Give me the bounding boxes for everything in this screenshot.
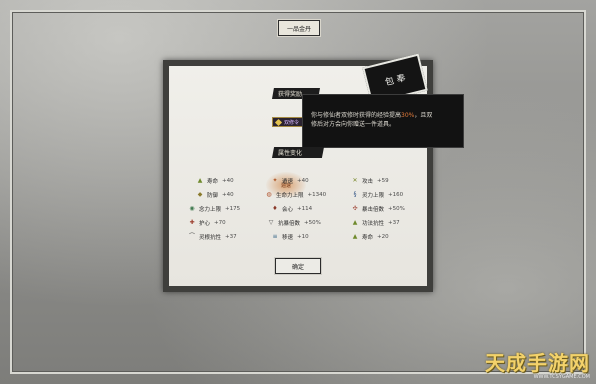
- escape-icon: ✦: [272, 176, 278, 184]
- tooltip-line-1: 你与修仙者双修时获得的经验提高30%，且双: [311, 112, 433, 119]
- gem-icon: [274, 118, 283, 126]
- lifespan-icon: ▲: [197, 176, 203, 184]
- item-tooltip: 你与修仙者双修时获得的经验提高30%，且双 修后对方会向你赠送一件道具。: [302, 94, 464, 148]
- reward-item-chip[interactable]: 双修令: [272, 117, 306, 127]
- root-icon: ⌒: [189, 232, 196, 240]
- crit-icon: ♦: [272, 204, 278, 212]
- item-title-text: 一品金丹: [286, 25, 311, 33]
- reward-section-title: 获得奖励: [278, 91, 303, 98]
- lifespan-icon: ▲: [352, 232, 358, 240]
- attr-section-title: 属性变化: [278, 150, 303, 157]
- stat-spirit-max: § 灵力上限 +160: [353, 190, 404, 199]
- heart-guard-icon: ✚: [189, 218, 195, 226]
- vitality-icon: ◍: [266, 190, 272, 198]
- move-speed-icon: ≡: [272, 232, 278, 240]
- crit-multiplier-icon: ✣: [352, 204, 358, 212]
- site-watermark: 天成手游网 WWW.TCSYGAME.COM: [485, 347, 590, 380]
- anti-crit-icon: ▽: [268, 218, 274, 226]
- stat-crit-multiplier: ✣ 暴击倍数 +50%: [352, 204, 405, 213]
- eye-icon: ◉: [189, 204, 195, 212]
- attack-icon: ✕: [352, 176, 358, 184]
- confirm-button-label: 确定: [291, 263, 304, 271]
- stat-root-resist: ⌒ 灵根抗性 +37: [189, 232, 237, 241]
- stat-attack: ✕ 攻击 +59: [352, 176, 389, 185]
- stat-technique-resist: ▲ 功法抗性 +37: [352, 218, 400, 227]
- spirit-icon: §: [353, 190, 357, 198]
- confirm-button[interactable]: 确定: [274, 257, 322, 275]
- attr-section-banner: 属性变化: [272, 147, 324, 158]
- tooltip-highlight: 30%: [401, 112, 415, 119]
- stat-anti-crit: ▽ 抗暴倍数 +50%: [268, 218, 321, 227]
- tooltip-line-2: 修后对方会向你赠送一件道具。: [311, 121, 396, 128]
- technique-icon: ▲: [352, 218, 358, 226]
- watermark-logo: 天成手游网: [485, 351, 590, 375]
- reward-item-label: 双修令: [284, 119, 300, 126]
- stat-lifespan: ▲ 寿命 +40: [197, 176, 234, 185]
- seal-text: 包 奉: [384, 73, 407, 88]
- stat-move-speed: ≡ 移速 +10: [272, 232, 309, 241]
- stat-escape-speed: ✦ 遁速 +40: [272, 176, 309, 185]
- stat-vitality-max: ◍ 生命力上限 +1340: [266, 190, 327, 199]
- stat-crit: ♦ 会心 +114: [272, 204, 313, 213]
- defense-icon: ◆: [197, 190, 203, 198]
- stat-lifespan-2: ▲ 寿命 +20: [352, 232, 389, 241]
- stat-heart-guard: ✚ 护心 +70: [189, 218, 226, 227]
- stat-mind-power: ◉ 念力上限 +175: [189, 204, 241, 213]
- stat-defense: ◆ 防御 +40: [197, 190, 234, 199]
- item-title: 一品金丹: [277, 19, 321, 37]
